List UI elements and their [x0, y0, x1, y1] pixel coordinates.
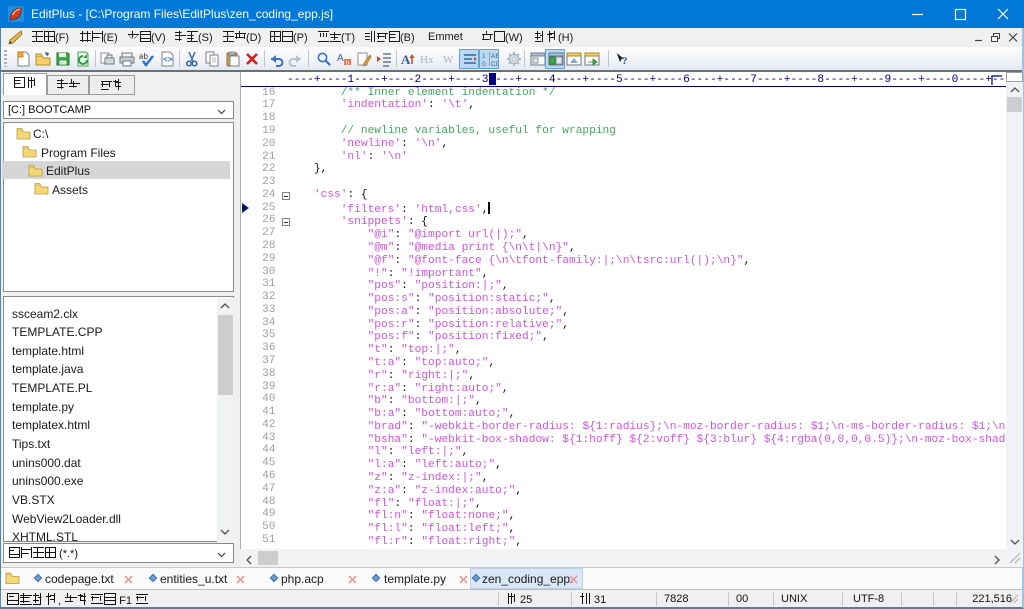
svg-text:A: A	[401, 52, 411, 67]
svg-text:AB: AB	[491, 53, 498, 60]
svg-text:1: 1	[482, 53, 486, 60]
svg-text:A: A	[337, 53, 344, 64]
svg-text:0: 0	[482, 61, 486, 67]
svg-text:Hx: Hx	[420, 54, 434, 66]
svg-text:?: ?	[622, 55, 628, 67]
svg-text:W: W	[443, 54, 454, 66]
svg-text:<>: <>	[163, 56, 173, 65]
svg-text:b: b	[346, 60, 350, 67]
svg-text:ab: ab	[139, 52, 148, 61]
svg-text:CD: CD	[491, 61, 498, 67]
